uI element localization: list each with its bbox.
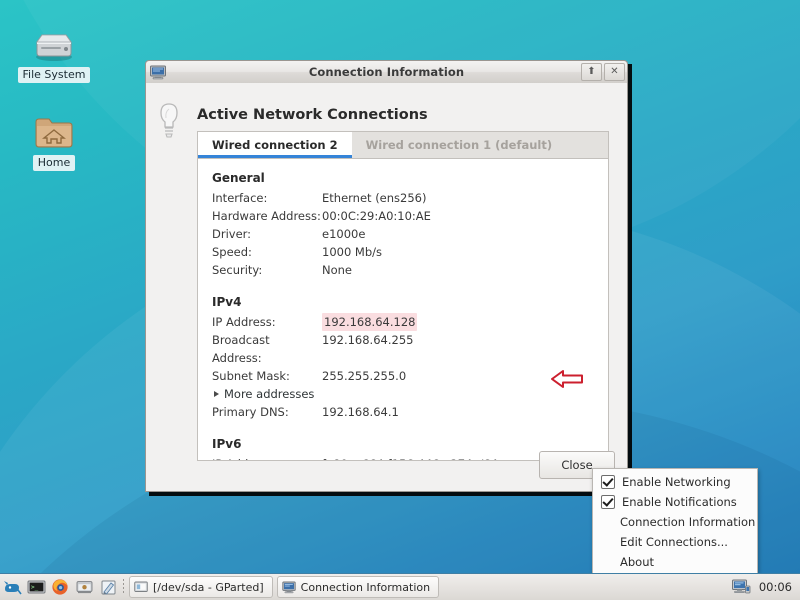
tab-page-wired-connection-2: General Interface: Ethernet (ens256) Har… bbox=[198, 159, 608, 460]
menu-item-enable-networking[interactable]: Enable Networking bbox=[593, 472, 757, 492]
info-key: IP Address: bbox=[212, 315, 276, 329]
section-ipv4: IPv4 IP Address: 192.168.64.128 Broadcas… bbox=[212, 295, 608, 421]
info-row-driver: Driver: e1000e bbox=[212, 225, 608, 243]
info-key: Speed: bbox=[212, 245, 252, 259]
info-key: Driver: bbox=[212, 227, 252, 241]
connection-information-window[interactable]: Connection Information ⬆ ✕ Active Networ… bbox=[145, 60, 628, 492]
info-value: fe80::c664:f156:446e:274a/64 bbox=[322, 455, 498, 460]
xfce-mouse-icon[interactable] bbox=[0, 575, 24, 599]
info-value: 1000 Mb/s bbox=[322, 245, 383, 259]
dialog-heading: Active Network Connections bbox=[197, 107, 428, 123]
info-key: IP Address: bbox=[212, 455, 322, 460]
menu-item-label: Connection Information bbox=[620, 515, 756, 529]
info-row-broadcast-address: Broadcast Address: 192.168.64.255 bbox=[212, 331, 608, 367]
chevron-right-icon bbox=[214, 391, 219, 397]
file-manager-icon[interactable] bbox=[72, 575, 96, 599]
menu-item-enable-notifications[interactable]: Enable Notifications bbox=[593, 492, 757, 512]
taskbar-separator bbox=[123, 579, 124, 595]
info-key: Security: bbox=[212, 263, 263, 277]
tab-wired-connection-2[interactable]: Wired connection 2 bbox=[198, 132, 352, 158]
info-row-hardware-address: Hardware Address: 00:0C:29:A0:10:AE bbox=[212, 207, 608, 225]
info-value: None bbox=[322, 263, 353, 277]
menu-item-about[interactable]: About bbox=[593, 552, 757, 572]
desktop-icon-label: Home bbox=[32, 155, 76, 171]
info-row-interface: Interface: Ethernet (ens256) bbox=[212, 189, 608, 207]
info-key: Subnet Mask: bbox=[212, 369, 290, 383]
gparted-icon bbox=[134, 581, 148, 593]
firefox-icon[interactable] bbox=[48, 575, 72, 599]
menu-item-edit-connections[interactable]: Edit Connections... bbox=[593, 532, 757, 552]
desktop-icon-home[interactable]: Home bbox=[8, 106, 100, 171]
window-controls[interactable]: ⬆ ✕ bbox=[579, 63, 627, 81]
info-value: 255.255.255.0 bbox=[322, 369, 407, 383]
network-manager-icon[interactable] bbox=[731, 578, 751, 596]
hard-drive-icon bbox=[8, 18, 100, 64]
menu-item-label: Edit Connections... bbox=[620, 535, 728, 549]
info-value: 192.168.64.255 bbox=[322, 333, 414, 347]
text-editor-icon[interactable] bbox=[96, 575, 120, 599]
info-value: Ethernet (ens256) bbox=[322, 191, 427, 205]
section-title: General bbox=[212, 171, 265, 185]
info-row-security: Security: None bbox=[212, 261, 608, 279]
info-row-primary-dns: Primary DNS: 192.168.64.1 bbox=[212, 403, 608, 421]
info-row-subnet-mask: Subnet Mask: 255.255.255.0 bbox=[212, 367, 608, 385]
tab-wired-connection-1[interactable]: Wired connection 1 (default) bbox=[352, 132, 567, 158]
network-manager-context-menu[interactable]: Enable Networking Enable Notifications C… bbox=[592, 468, 758, 576]
section-general: General Interface: Ethernet (ens256) Har… bbox=[212, 171, 608, 279]
info-value-highlighted: 192.168.64.128 bbox=[322, 313, 418, 331]
taskbar-window-connection-information[interactable]: Connection Information bbox=[276, 576, 440, 598]
info-row-ipv4-address: IP Address: 192.168.64.128 bbox=[212, 313, 608, 331]
shade-button[interactable]: ⬆ bbox=[581, 63, 602, 81]
svg-text:>_: >_ bbox=[31, 584, 39, 591]
desktop-icon-label: File System bbox=[17, 67, 91, 83]
window-titlebar[interactable]: Connection Information ⬆ ✕ bbox=[145, 60, 628, 83]
tab-label: Wired connection 2 bbox=[212, 138, 338, 152]
tab-strip[interactable]: Wired connection 2 Wired connection 1 (d… bbox=[198, 132, 608, 159]
menu-item-connection-information[interactable]: Connection Information bbox=[593, 512, 757, 532]
checkbox-checked-icon[interactable] bbox=[601, 475, 615, 489]
terminal-icon[interactable]: >_ bbox=[24, 575, 48, 599]
taskbar-window-label: Connection Information bbox=[300, 580, 431, 594]
info-value: 192.168.64.1 bbox=[322, 405, 399, 419]
checkbox-checked-icon[interactable] bbox=[601, 495, 615, 509]
window-body: Active Network Connections Wired connect… bbox=[145, 83, 628, 492]
taskbar-clock[interactable]: 00:06 bbox=[757, 580, 794, 594]
info-value: e1000e bbox=[322, 227, 366, 241]
info-key: Hardware Address: bbox=[212, 209, 321, 223]
info-key: Broadcast Address: bbox=[212, 333, 270, 365]
window-title: Connection Information bbox=[308, 65, 465, 79]
menu-item-label: About bbox=[620, 555, 655, 569]
info-value: 00:0C:29:A0:10:AE bbox=[322, 209, 431, 223]
section-title: IPv4 bbox=[212, 295, 242, 309]
taskbar-window-gparted[interactable]: [/dev/sda - GParted] bbox=[129, 576, 273, 598]
tab-label: Wired connection 1 (default) bbox=[365, 138, 553, 152]
taskbar-window-label: [/dev/sda - GParted] bbox=[153, 580, 264, 594]
menu-item-label: Enable Networking bbox=[622, 475, 731, 489]
section-title: IPv6 bbox=[212, 437, 242, 451]
info-key: Interface: bbox=[212, 191, 268, 205]
menu-item-label: Enable Notifications bbox=[622, 495, 737, 509]
expander-label: More addresses bbox=[224, 387, 315, 401]
taskbar[interactable]: >_ [/dev/sda - GParted] Connection Infor… bbox=[0, 573, 800, 600]
lightbulb-icon bbox=[155, 101, 183, 141]
connections-notebook: Wired connection 2 Wired connection 1 (d… bbox=[197, 131, 609, 461]
network-monitor-icon bbox=[282, 581, 296, 594]
desktop-icon-file-system[interactable]: File System bbox=[8, 18, 100, 83]
system-tray[interactable]: 00:06 bbox=[731, 578, 800, 596]
info-row-speed: Speed: 1000 Mb/s bbox=[212, 243, 608, 261]
close-icon[interactable]: ✕ bbox=[604, 63, 625, 81]
info-key: Primary DNS: bbox=[212, 405, 289, 419]
desktop[interactable]: File System Home Connection Information … bbox=[0, 0, 800, 600]
home-folder-icon bbox=[8, 106, 100, 152]
more-addresses-expander[interactable]: More addresses bbox=[212, 385, 608, 403]
